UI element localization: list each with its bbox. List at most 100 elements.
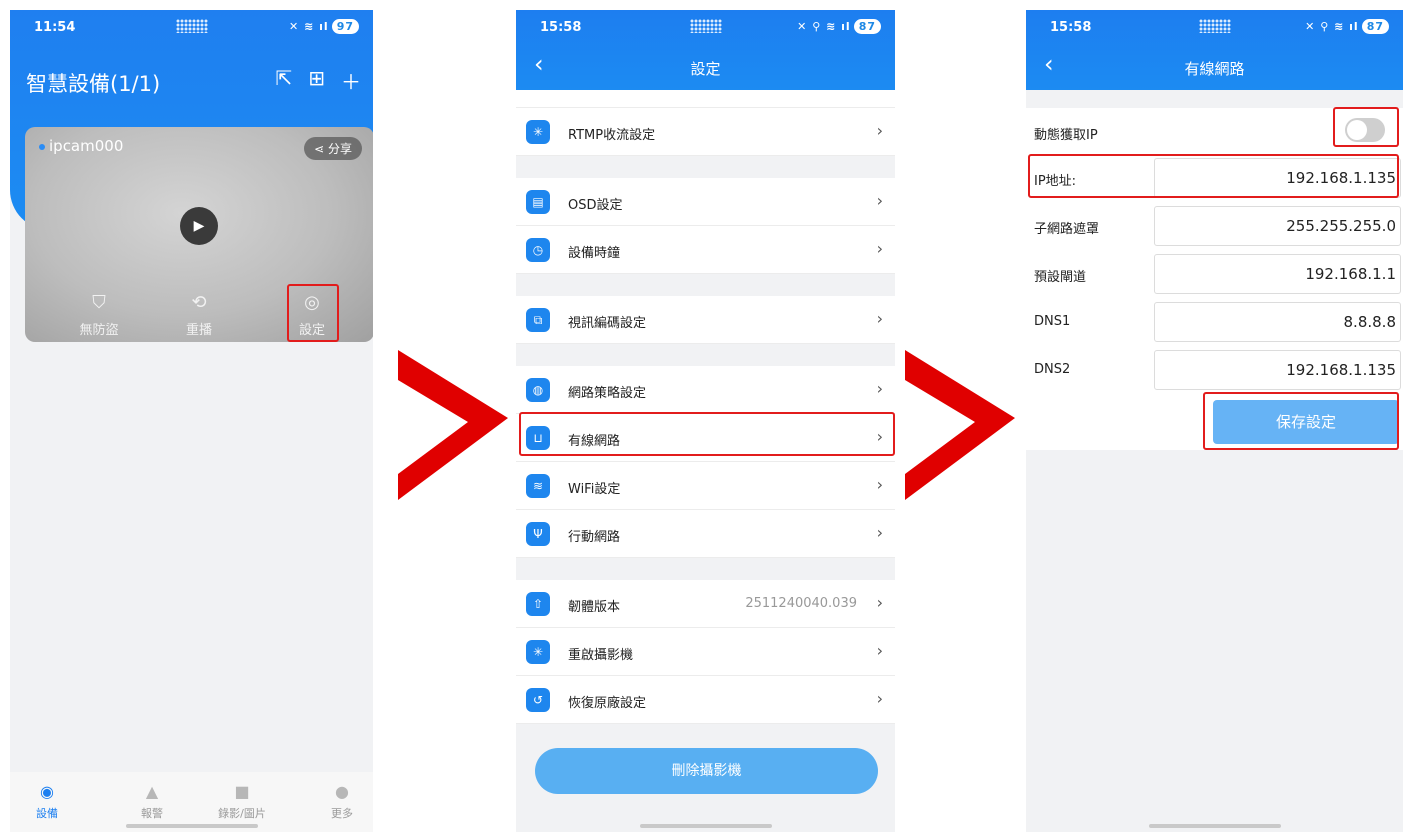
camera-cutout xyxy=(1198,19,1231,33)
home-indicator xyxy=(125,824,258,828)
status-icons: ✕ ⚲ ≋ ıl 87 xyxy=(1305,19,1389,34)
list-item-rtmp[interactable]: ✳ RTMP收流設定 › xyxy=(516,108,895,156)
subnet-mask-row: 子網路遮罩 255.255.255.0 xyxy=(1026,202,1403,250)
share-button[interactable]: ⋖ 分享 xyxy=(304,137,362,160)
tab-recordings-label: 錄影/圖片 xyxy=(218,807,266,820)
page-title: 有線網路 xyxy=(1184,60,1245,78)
home-indicator xyxy=(639,824,772,828)
status-time: 15:58 xyxy=(1050,20,1092,35)
list-item-label: 設備時鐘 xyxy=(568,246,621,261)
add-icon[interactable]: ＋ xyxy=(341,66,361,95)
highlight-dhcp-toggle xyxy=(1333,107,1399,147)
status-time: 11:54 xyxy=(34,20,76,35)
tab-alarms[interactable]: ▲ 報警 xyxy=(117,782,187,821)
disarm-label: 無防盜 xyxy=(79,323,119,338)
folder-icon: ■ xyxy=(234,782,250,801)
tab-devices[interactable]: ◉ 設備 xyxy=(12,782,82,821)
list-item-label: 韌體版本 xyxy=(568,600,621,615)
highlight-settings xyxy=(287,284,339,342)
status-icons: ✕ ≋ ıl 97 xyxy=(289,19,359,34)
tab-more-label: 更多 xyxy=(331,807,353,820)
person-icon: ● xyxy=(335,782,349,801)
list-item-wifi[interactable]: ≋ WiFi設定 › xyxy=(516,462,895,510)
online-dot xyxy=(39,143,45,150)
tab-devices-label: 設備 xyxy=(36,807,58,820)
antenna-icon: Ψ xyxy=(526,522,550,546)
camera-name: ipcam000 xyxy=(39,137,123,155)
play-icon[interactable]: ▶ xyxy=(180,207,218,245)
camera-cutout xyxy=(175,19,208,33)
chevron-right-icon: › xyxy=(876,121,883,140)
page-title: 智慧設備(1/1) xyxy=(26,72,161,96)
playback-button[interactable]: ⟲ 重播 xyxy=(169,292,229,338)
camera-cutout xyxy=(689,19,722,33)
list-item-network-policy[interactable]: ◍ 網路策略設定 › xyxy=(516,366,895,414)
list-item-osd[interactable]: ▤ OSD設定 › xyxy=(516,178,895,226)
battery-icon: 97 xyxy=(331,19,359,34)
list-item-label: WiFi設定 xyxy=(568,482,621,497)
chevron-right-icon: › xyxy=(876,379,883,398)
disarm-button[interactable]: ⛉ 無防盜 xyxy=(69,292,129,338)
header-actions: ⇱ ⊞ ＋ xyxy=(275,66,361,95)
nav-header: 15:58 ✕ ⚲ ≋ ıl 87 ‹ 有線網路 xyxy=(1026,10,1403,90)
globe-icon: ◍ xyxy=(526,378,550,402)
list-item-firmware[interactable]: ⇧ 韌體版本 2511240040.039 › xyxy=(516,580,895,628)
section-gap xyxy=(516,156,895,178)
list-item-label: 恢復原廠設定 xyxy=(568,696,647,711)
rtmp-icon: ✳ xyxy=(526,120,550,144)
upgrade-icon: ⇧ xyxy=(526,592,550,616)
chevron-right-icon: › xyxy=(876,475,883,494)
highlight-save-button xyxy=(1203,392,1399,450)
bottom-tab-bar: ◉ 設備 ▲ 報警 ■ 錄影/圖片 ● 更多 xyxy=(10,772,373,832)
shield-icon: ⛉ xyxy=(92,292,106,313)
tab-more[interactable]: ● 更多 xyxy=(307,782,373,821)
gateway-field[interactable]: 192.168.1.1 xyxy=(1154,254,1401,294)
status-time: 15:58 xyxy=(540,20,582,35)
dns2-row: DNS2 192.168.1.135 xyxy=(1026,346,1403,394)
dns2-field[interactable]: 192.168.1.135 xyxy=(1154,350,1401,390)
chevron-right-icon: › xyxy=(876,239,883,258)
signal-icon: ✕ ⚲ ≋ ıl xyxy=(797,20,851,33)
playback-label: 重播 xyxy=(185,323,212,338)
share-label: 分享 xyxy=(327,142,352,156)
chevron-right-icon: › xyxy=(876,523,883,542)
subnet-mask-label: 子網路遮罩 xyxy=(1034,222,1100,237)
reset-icon: ↺ xyxy=(526,688,550,712)
list-item-clock[interactable]: ◷ 設備時鐘 › xyxy=(516,226,895,274)
dns1-field[interactable]: 8.8.8.8 xyxy=(1154,302,1401,342)
list-item-encoding[interactable]: ⧉ 視訊編碼設定 › xyxy=(516,296,895,344)
list-item-restart[interactable]: ✳ 重啟攝影機 › xyxy=(516,628,895,676)
chevron-right-icon: › xyxy=(876,593,883,612)
page-title: 設定 xyxy=(690,60,721,78)
nav-header: 15:58 ✕ ⚲ ≋ ıl 87 ‹ 設定 xyxy=(516,10,895,90)
list-item-factory-reset[interactable]: ↺ 恢復原廠設定 › xyxy=(516,676,895,724)
list-item-mobile-network[interactable]: Ψ 行動網路 › xyxy=(516,510,895,558)
wifi-icon: ≋ xyxy=(526,474,550,498)
clock-icon: ◷ xyxy=(526,238,550,262)
subnet-mask-field[interactable]: 255.255.255.0 xyxy=(1154,206,1401,246)
grid-icon[interactable]: ⊞ xyxy=(308,66,325,95)
chevron-right-icon: › xyxy=(876,309,883,328)
section-gap xyxy=(516,558,895,580)
status-bar: 11:54 ✕ ≋ ıl 97 xyxy=(10,10,373,40)
status-bar: 15:58 ✕ ⚲ ≋ ıl 87 xyxy=(516,10,895,40)
status-bar: 15:58 ✕ ⚲ ≋ ıl 87 xyxy=(1026,10,1403,40)
gateway-label: 預設閘道 xyxy=(1034,270,1087,285)
arrow-right-icon xyxy=(905,350,1015,500)
list-item-label: 視訊編碼設定 xyxy=(568,316,647,331)
signal-icon: ✕ ⚲ ≋ ıl xyxy=(1305,20,1359,33)
tab-recordings[interactable]: ■ 錄影/圖片 xyxy=(207,782,277,821)
home-indicator xyxy=(1148,824,1281,828)
list-item-label: 行動網路 xyxy=(568,530,621,545)
settings-list: ✳ RTMP收流設定 › ▤ OSD設定 › ◷ 設備時鐘 › ⧉ 視訊編碼設定 › ◍ 網路策略… xyxy=(516,90,895,724)
dns1-label: DNS1 xyxy=(1034,314,1071,329)
export-icon[interactable]: ⇱ xyxy=(275,66,292,95)
delete-camera-button[interactable]: 刪除攝影機 xyxy=(535,748,878,794)
chevron-right-icon: › xyxy=(876,689,883,708)
osd-icon: ▤ xyxy=(526,190,550,214)
wired-network-screen: 15:58 ✕ ⚲ ≋ ıl 87 ‹ 有線網路 動態獲取IP IP地址: 192… xyxy=(1026,10,1403,832)
section-gap xyxy=(516,344,895,366)
share-icon: ⋖ xyxy=(314,142,328,156)
list-item-label: 網路策略設定 xyxy=(568,386,647,401)
chevron-right-icon: › xyxy=(876,191,883,210)
